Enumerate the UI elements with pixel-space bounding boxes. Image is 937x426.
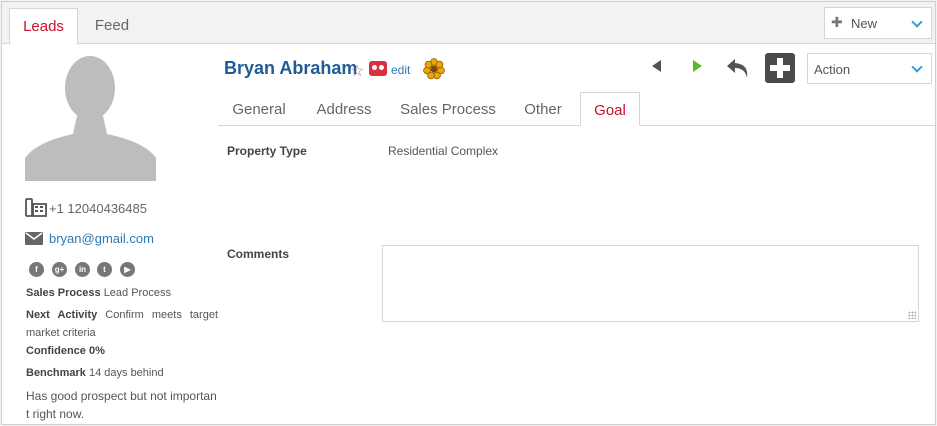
phone-number: +1 12040436485 <box>49 201 147 216</box>
lead-name: Bryan Abraham <box>224 58 358 78</box>
action-dropdown-label: Action <box>814 62 851 77</box>
action-dropdown[interactable]: Action <box>807 53 932 84</box>
detail-tabs: General Address Sales Process Other Goal <box>218 92 935 126</box>
next-arrow-icon[interactable] <box>693 60 702 72</box>
lead-notes: Has good prospect but not important righ… <box>26 389 217 421</box>
confidence-info: Confidence 0% <box>26 342 218 360</box>
edit-link[interactable]: edit <box>391 63 410 77</box>
phone-icon <box>25 198 47 217</box>
envelope-icon <box>25 232 43 245</box>
top-tab-bar: Leads Feed ✚ New <box>2 2 935 45</box>
linkedin-icon[interactable]: in <box>75 262 90 277</box>
property-type-label: Property Type <box>227 144 307 158</box>
tab-goal[interactable]: Goal <box>580 92 640 126</box>
reply-icon[interactable] <box>725 56 751 80</box>
benchmark-value: 14 days behind <box>88 367 164 379</box>
benchmark-info: Benchmark 14 days behind <box>26 364 218 382</box>
tab-feed[interactable]: Feed <box>78 8 146 45</box>
previous-arrow-icon[interactable] <box>652 60 661 72</box>
property-type-value: Residential Complex <box>388 144 499 158</box>
new-dropdown-label: New <box>851 16 878 31</box>
add-button[interactable] <box>765 53 795 83</box>
sales-process-info: Sales Process Lead Process <box>26 284 218 302</box>
facebook-icon[interactable]: f <box>29 262 44 277</box>
chevron-down-icon <box>911 61 923 73</box>
next-activity-label: Next Activity <box>26 309 98 321</box>
comments-textarea[interactable] <box>382 245 919 322</box>
tab-leads[interactable]: Leads <box>9 8 78 45</box>
tab-address[interactable]: Address <box>306 92 382 126</box>
next-activity-info: Next Activity Confirm meets target marke… <box>26 306 218 342</box>
tab-general[interactable]: General <box>218 92 300 126</box>
owl-icon[interactable] <box>369 61 387 76</box>
tab-sales-process[interactable]: Sales Process <box>394 92 502 126</box>
new-dropdown[interactable]: ✚ New <box>824 7 932 39</box>
email-link[interactable]: bryan@gmail.com <box>49 231 154 246</box>
twitter-icon[interactable]: t <box>97 262 112 277</box>
youtube-icon[interactable]: ▶ <box>120 262 135 277</box>
plus-icon: ✚ <box>831 14 843 30</box>
sales-process-value: Lead Process <box>103 287 171 299</box>
google-plus-icon[interactable]: g+ <box>52 262 67 277</box>
chevron-down-icon <box>911 16 923 28</box>
confidence-value: 0% <box>88 345 105 357</box>
star-icon[interactable]: ☆ <box>350 61 364 81</box>
confidence-label: Confidence <box>26 345 86 357</box>
sales-process-label: Sales Process <box>26 287 101 299</box>
tab-other[interactable]: Other <box>516 92 570 126</box>
comments-label: Comments <box>227 247 290 261</box>
flower-icon[interactable] <box>423 58 445 80</box>
benchmark-label: Benchmark <box>26 367 86 379</box>
resize-grip-icon[interactable] <box>908 311 916 319</box>
lead-detail-window: Leads Feed ✚ New +1 12040436485 bryan@gm… <box>1 1 936 425</box>
avatar <box>25 50 156 181</box>
